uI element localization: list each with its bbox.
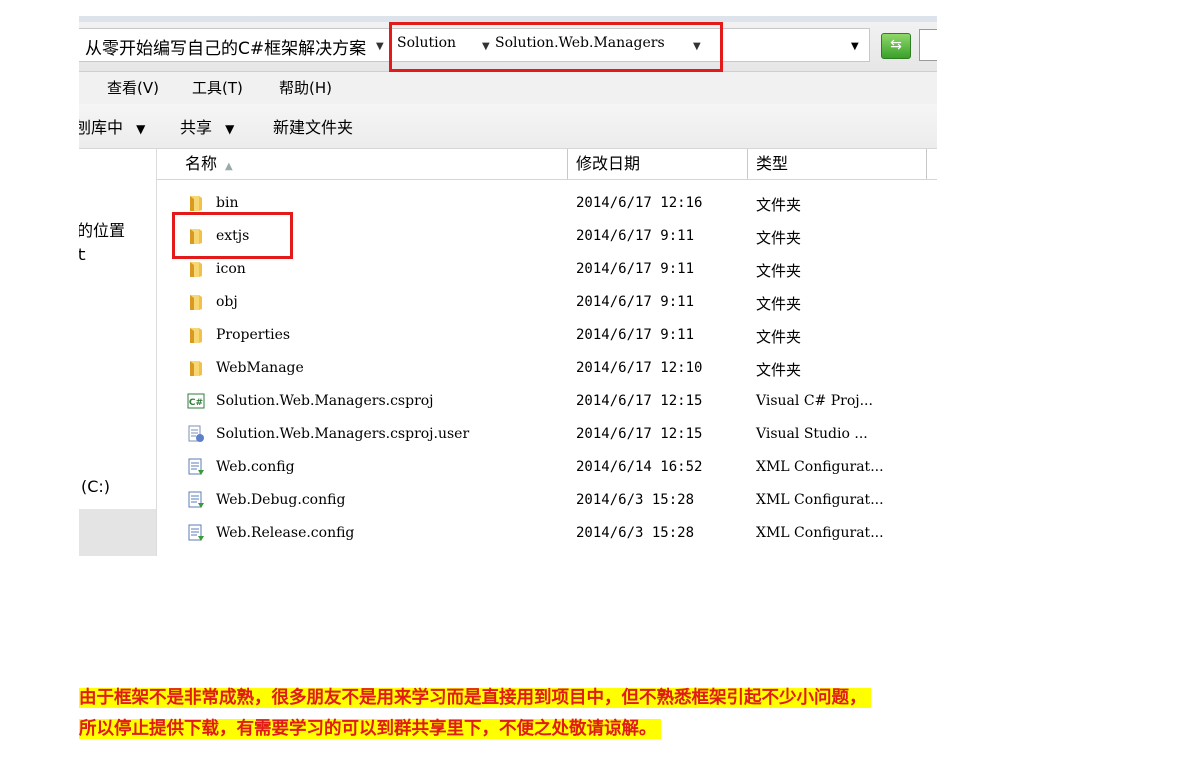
file-row[interactable]: Web.Debug.config 2014/6/3 15:28 XML Config… bbox=[157, 485, 937, 518]
include-in-library-label: 刨库中 bbox=[79, 118, 124, 137]
file-modified: 2014/6/3 15:28 bbox=[576, 525, 695, 541]
file-type: 文件夹 bbox=[756, 328, 802, 346]
config-file-icon bbox=[187, 524, 205, 542]
column-type[interactable]: 类型 bbox=[756, 149, 788, 179]
include-in-library-button[interactable]: 刨库中 ▼ bbox=[79, 114, 145, 138]
refresh-icon[interactable]: ⇆ bbox=[881, 33, 911, 59]
file-modified: 2014/6/17 12:15 bbox=[576, 393, 703, 409]
file-type: 文件夹 bbox=[756, 196, 802, 214]
file-row[interactable]: WebManage 2014/6/17 12:10 文件夹 bbox=[157, 353, 937, 386]
breadcrumb-root[interactable]: 从零开始编写自己的C#框架解决方案 bbox=[85, 34, 366, 59]
file-name: Web.config bbox=[216, 459, 295, 475]
history-dropdown-icon[interactable]: ▼ bbox=[851, 41, 859, 52]
nav-item-partial[interactable]: ｔ bbox=[79, 241, 89, 265]
navigation-pane: 的位置 ｔ (C:) bbox=[79, 149, 157, 556]
file-modified: 2014/6/17 9:11 bbox=[576, 261, 695, 277]
share-button[interactable]: 共享 ▼ bbox=[180, 114, 234, 138]
column-divider[interactable] bbox=[567, 149, 568, 179]
file-modified: 2014/6/17 9:11 bbox=[576, 294, 695, 310]
sort-ascending-icon: ▲ bbox=[225, 161, 233, 172]
file-type: XML Configurat... bbox=[756, 459, 884, 475]
file-modified: 2014/6/3 15:28 bbox=[576, 492, 695, 508]
file-name: obj bbox=[216, 294, 238, 310]
file-type: XML Configurat... bbox=[756, 525, 884, 541]
file-type: Visual C# Proj... bbox=[756, 393, 873, 409]
config-file-icon bbox=[187, 491, 205, 509]
folder-icon bbox=[187, 359, 205, 377]
chevron-down-icon[interactable]: ▼ bbox=[376, 41, 384, 52]
column-divider[interactable] bbox=[926, 149, 927, 179]
vs-user-file-icon bbox=[187, 425, 205, 443]
dropdown-arrow-icon: ▼ bbox=[136, 122, 146, 136]
highlight-box-extjs bbox=[172, 212, 293, 259]
notice-line-2: 所以停止提供下载，有需要学习的可以到群共享里下，不便之处敬请谅解。 bbox=[79, 719, 661, 739]
file-name: bin bbox=[216, 195, 239, 211]
csharp-project-icon: C# bbox=[187, 392, 205, 410]
dropdown-arrow-icon: ▼ bbox=[225, 122, 235, 136]
file-row[interactable]: C# Solution.Web.Managers.csproj 2014/6/17 … bbox=[157, 386, 937, 419]
folder-icon bbox=[187, 326, 205, 344]
file-name: Web.Release.config bbox=[216, 525, 355, 541]
file-row[interactable]: Solution.Web.Managers.csproj.user 2014/6/… bbox=[157, 419, 937, 452]
file-type: XML Configurat... bbox=[756, 492, 884, 508]
share-label: 共享 bbox=[180, 118, 213, 137]
config-file-icon bbox=[187, 458, 205, 476]
column-name[interactable]: 名称 ▲ bbox=[185, 149, 233, 179]
column-divider[interactable] bbox=[747, 149, 748, 179]
file-name: Web.Debug.config bbox=[216, 492, 346, 508]
file-modified: 2014/6/17 12:10 bbox=[576, 360, 703, 376]
notice-line-1: 由于框架不是非常成熟，很多朋友不是用来学习而是直接用到项目中，但不熟悉框架引起不… bbox=[79, 688, 871, 708]
nav-pane-footer bbox=[79, 509, 156, 556]
nav-item-locations[interactable]: 的位置 bbox=[79, 217, 125, 241]
folder-icon bbox=[187, 194, 205, 212]
file-row[interactable]: Web.config 2014/6/14 16:52 XML Configurat.… bbox=[157, 452, 937, 485]
menu-bar: 查看(V) 工具(T) 帮助(H) bbox=[79, 72, 937, 104]
file-row[interactable]: Web.Release.config 2014/6/3 15:28 XML Conf… bbox=[157, 518, 937, 551]
file-row[interactable]: Properties 2014/6/17 9:11 文件夹 bbox=[157, 320, 937, 353]
menu-tools[interactable]: 工具(T) bbox=[192, 77, 243, 98]
file-modified: 2014/6/17 9:11 bbox=[576, 327, 695, 343]
folder-icon bbox=[187, 260, 205, 278]
file-modified: 2014/6/17 12:16 bbox=[576, 195, 703, 211]
download-notice: 由于框架不是非常成熟，很多朋友不是用来学习而是直接用到项目中，但不熟悉框架引起不… bbox=[79, 683, 871, 745]
column-header: 名称 ▲ 修改日期 类型 bbox=[157, 149, 937, 180]
file-type: 文件夹 bbox=[756, 295, 802, 313]
file-row[interactable]: obj 2014/6/17 9:11 文件夹 bbox=[157, 287, 937, 320]
nav-item-drive-c[interactable]: (C:) bbox=[81, 477, 110, 496]
column-modified[interactable]: 修改日期 bbox=[576, 149, 640, 179]
address-bar: 从零开始编写自己的C#框架解决方案 ▼ Solution ▼ Solution.… bbox=[79, 16, 937, 72]
file-modified: 2014/6/17 12:15 bbox=[576, 426, 703, 442]
file-type: 文件夹 bbox=[756, 361, 802, 379]
column-name-label: 名称 bbox=[185, 154, 218, 173]
search-input[interactable] bbox=[919, 29, 937, 61]
command-bar: 刨库中 ▼ 共享 ▼ 新建文件夹 bbox=[79, 104, 937, 149]
explorer-screenshot: 从零开始编写自己的C#框架解决方案 ▼ Solution ▼ Solution.… bbox=[79, 16, 937, 556]
new-folder-button[interactable]: 新建文件夹 bbox=[273, 114, 353, 138]
file-modified: 2014/6/14 16:52 bbox=[576, 459, 703, 475]
file-type: 文件夹 bbox=[756, 262, 802, 280]
folder-icon bbox=[187, 293, 205, 311]
file-name: Solution.Web.Managers.csproj bbox=[216, 393, 434, 409]
highlight-box-address bbox=[389, 22, 723, 72]
menu-view[interactable]: 查看(V) bbox=[107, 77, 159, 98]
svg-text:C#: C# bbox=[189, 398, 203, 408]
menu-help[interactable]: 帮助(H) bbox=[279, 77, 332, 98]
file-name: icon bbox=[216, 261, 246, 277]
file-modified: 2014/6/17 9:11 bbox=[576, 228, 695, 244]
file-type: 文件夹 bbox=[756, 229, 802, 247]
file-name: Solution.Web.Managers.csproj.user bbox=[216, 426, 470, 442]
file-name: WebManage bbox=[216, 360, 304, 376]
file-type: Visual Studio ... bbox=[756, 426, 868, 442]
file-name: Properties bbox=[216, 327, 291, 343]
